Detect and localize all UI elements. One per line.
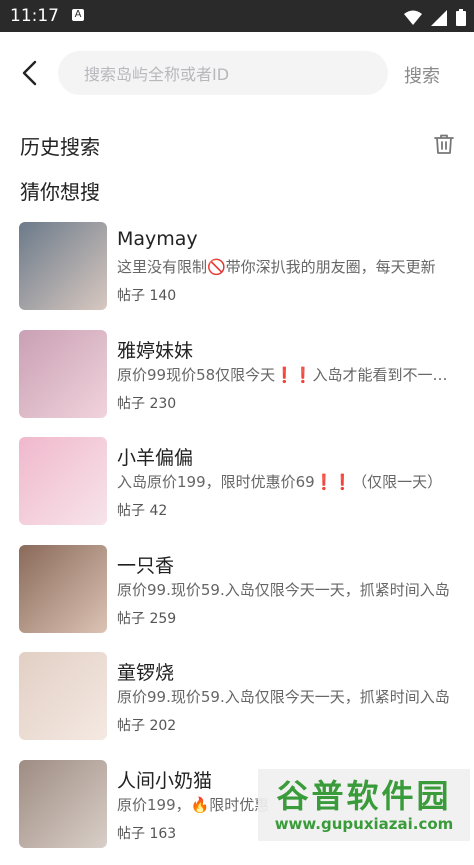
item-name: 雅婷妹妹 <box>117 336 193 363</box>
status-time: 11:17 <box>10 6 59 26</box>
trash-icon[interactable] <box>432 132 456 156</box>
battery-icon <box>456 9 466 26</box>
avatar <box>19 222 107 310</box>
list-item[interactable]: 雅婷妹妹 原价99现价58仅限今天❗❗入岛才能看到不一样的 帖子 230 <box>0 328 474 436</box>
history-title: 历史搜索 <box>20 131 100 160</box>
search-header: 搜索 <box>0 32 474 116</box>
avatar <box>19 545 107 633</box>
avatar <box>19 437 107 525</box>
item-desc: 入岛原价199，限时优惠价69❗❗（仅限一天） <box>117 471 457 492</box>
list-item[interactable]: Maymay 这里没有限制🚫带你深扒我的朋友圈，每天更新 帖子 140 <box>0 220 474 328</box>
watermark-url: www.gupuxiazai.com <box>262 815 466 833</box>
status-bar: 11:17 A <box>0 0 474 32</box>
item-posts: 帖子 140 <box>117 285 176 305</box>
list-item[interactable]: 童锣烧 原价99.现价59.入岛仅限今天一天，抓紧时间入岛 帖子 202 <box>0 650 474 758</box>
item-posts: 帖子 42 <box>117 500 167 520</box>
wifi-icon <box>404 10 422 26</box>
avatar <box>19 652 107 740</box>
list-item[interactable]: 一只香 原价99.现价59.入岛仅限今天一天，抓紧时间入岛 帖子 259 <box>0 543 474 651</box>
avatar <box>19 330 107 418</box>
item-posts: 帖子 163 <box>117 823 176 843</box>
item-name: 一只香 <box>117 551 174 578</box>
item-name: 童锣烧 <box>117 658 174 685</box>
search-input[interactable] <box>82 51 376 97</box>
avatar <box>19 760 107 848</box>
item-desc: 原价99.现价59.入岛仅限今天一天，抓紧时间入岛 <box>117 686 457 707</box>
item-posts: 帖子 259 <box>117 608 176 628</box>
search-box[interactable] <box>58 51 388 95</box>
signal-icon <box>431 10 447 26</box>
watermark-title: 谷普软件园 <box>262 771 466 817</box>
item-name: 小羊偏偏 <box>117 443 193 470</box>
item-desc: 原价99现价58仅限今天❗❗入岛才能看到不一样的 <box>117 364 457 385</box>
item-desc: 原价99.现价59.入岛仅限今天一天，抓紧时间入岛 <box>117 579 457 600</box>
watermark: 谷普软件园 www.gupuxiazai.com <box>258 769 470 841</box>
item-posts: 帖子 202 <box>117 715 176 735</box>
suggest-title: 猜你想搜 <box>20 176 100 205</box>
item-name: Maymay <box>117 228 198 250</box>
search-button[interactable]: 搜索 <box>404 62 440 88</box>
system-icons <box>400 7 466 26</box>
item-desc: 这里没有限制🚫带你深扒我的朋友圈，每天更新 <box>117 256 457 277</box>
item-posts: 帖子 230 <box>117 393 176 413</box>
back-arrow-icon[interactable] <box>16 58 46 88</box>
notification-icon: A <box>72 9 84 21</box>
item-name: 人间小奶猫 <box>117 766 212 793</box>
list-item[interactable]: 小羊偏偏 入岛原价199，限时优惠价69❗❗（仅限一天） 帖子 42 <box>0 435 474 543</box>
